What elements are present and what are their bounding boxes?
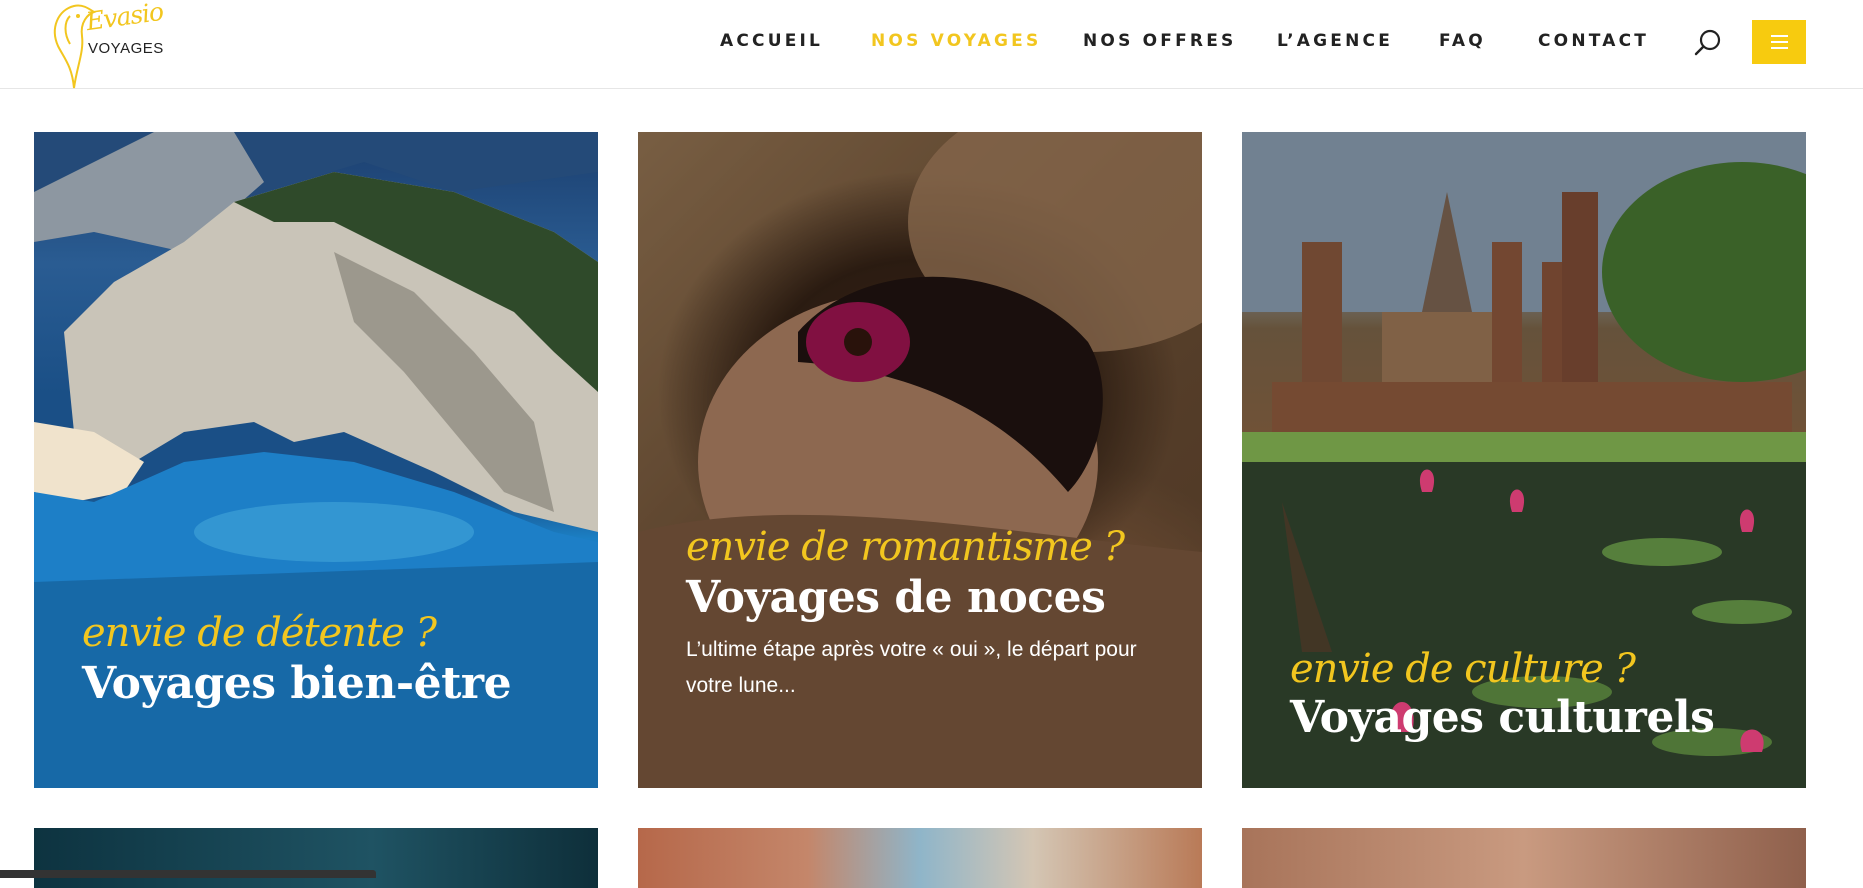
card-tag: envie de culture ?: [1290, 646, 1636, 692]
card-title: Voyages bien-être: [82, 658, 512, 709]
nav-item-accueil[interactable]: ACCUEIL: [720, 31, 823, 51]
nav-item-contact[interactable]: CONTACT: [1538, 31, 1649, 51]
card-tag: envie de détente ?: [82, 610, 437, 656]
cookie-bar-edge: [0, 870, 376, 878]
nav-item-lagence[interactable]: L’AGENCE: [1277, 31, 1393, 51]
card-cultural-trips[interactable]: envie de culture ? Voyages culturels: [1242, 132, 1806, 788]
logo-word: VOYAGES: [88, 40, 164, 57]
card-description: L’ultime étape après votre « oui », le d…: [686, 638, 1137, 697]
nav-item-nos-offres[interactable]: NOS OFFRES: [1083, 31, 1236, 51]
nav-item-faq[interactable]: FAQ: [1439, 31, 1486, 51]
nav-item-nos-voyages[interactable]: NOS VOYAGES: [871, 31, 1041, 51]
logo-script-text: Evasio: [84, 0, 165, 37]
hamburger-icon: [1771, 35, 1788, 37]
card-title: Voyages culturels: [1290, 692, 1715, 743]
card-wellness-trips[interactable]: envie de détente ? Voyages bien-être: [34, 132, 598, 788]
menu-button[interactable]: [1752, 20, 1806, 64]
card-row2-3[interactable]: [1242, 828, 1806, 888]
card-row2-1[interactable]: [34, 828, 598, 888]
logo[interactable]: Evasio VOYAGES: [44, 0, 174, 92]
card-honeymoon-trips[interactable]: envie de romantisme ? Voyages de noces L…: [638, 132, 1202, 788]
card-title: Voyages de noces: [686, 572, 1106, 623]
search-icon[interactable]: [1693, 28, 1723, 58]
site-header: Evasio VOYAGES ACCUEIL NOS VOYAGES NOS O…: [0, 0, 1863, 89]
card-row2-2[interactable]: [638, 828, 1202, 888]
card-tag: envie de romantisme ?: [686, 524, 1125, 570]
